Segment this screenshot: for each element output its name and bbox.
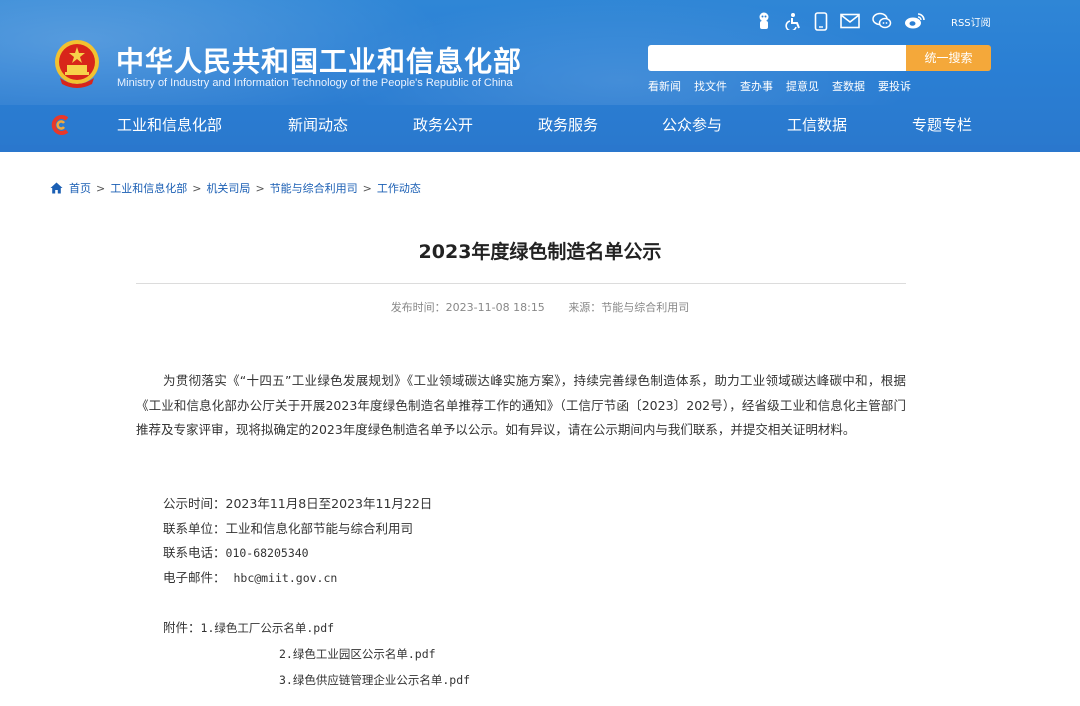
mascot-icon[interactable] <box>756 11 772 31</box>
contact-email-row: 电子邮件： hbc@miit.gov.cn <box>163 566 432 591</box>
site-title[interactable]: 中华人民共和国工业和信息化部 <box>116 40 522 80</box>
nav-item-news[interactable]: 新闻动态 <box>288 114 348 135</box>
article-meta: 发布时间：2023-11-08 18:15 来源：节能与综合利用司 <box>0 299 1080 315</box>
attachment-row: 2.绿色工业园区公示名单.pdf <box>163 641 470 667</box>
notice-period-label: 公示时间： <box>163 496 226 511</box>
site-header: 中华人民共和国工业和信息化部 Ministry of Industry and … <box>0 0 1080 152</box>
attachment-link-green-supply-chain[interactable]: 3.绿色供应链管理企业公示名单.pdf <box>279 673 470 687</box>
header-bottom-band <box>0 145 1080 152</box>
breadcrumb-separator: > <box>362 181 372 195</box>
breadcrumb-miit[interactable]: 工业和信息化部 <box>110 180 187 196</box>
accessibility-icon[interactable] <box>784 12 802 30</box>
quick-link-files[interactable]: 找文件 <box>694 78 727 94</box>
contact-email-label: 电子邮件： <box>163 569 226 585</box>
breadcrumb-separator: > <box>255 181 265 195</box>
nav-item-special-topics[interactable]: 专题专栏 <box>912 114 972 135</box>
contact-phone-value: 010-68205340 <box>225 546 309 560</box>
contact-unit-row: 联系单位：工业和信息化部节能与综合利用司 <box>163 517 432 542</box>
quick-link-news[interactable]: 看新闻 <box>648 78 681 94</box>
nav-item-gov-services[interactable]: 政务服务 <box>538 114 598 135</box>
notice-period-row: 公示时间：2023年11月8日至2023年11月22日 <box>163 492 432 517</box>
breadcrumb: 首页 > 工业和信息化部 > 机关司局 > 节能与综合利用司 > 工作动态 <box>50 180 421 196</box>
nav-item-miit[interactable]: 工业和信息化部 <box>117 114 222 135</box>
weibo-icon[interactable] <box>904 12 926 30</box>
quick-links: 看新闻 找文件 查办事 提意见 查数据 要投诉 <box>648 78 911 94</box>
contact-phone-row: 联系电话：010-68205340 <box>163 541 432 566</box>
title-divider <box>136 283 906 284</box>
miit-logo-icon[interactable] <box>50 114 72 136</box>
publish-time: 发布时间：2023-11-08 18:15 <box>390 301 545 314</box>
home-icon <box>50 182 63 194</box>
quick-link-data[interactable]: 查数据 <box>832 78 865 94</box>
nav-item-gov-info[interactable]: 政务公开 <box>413 114 473 135</box>
nav-item-public-participation[interactable]: 公众参与 <box>662 114 722 135</box>
contact-phone-label: 联系电话： <box>163 545 226 560</box>
main-nav: 工业和信息化部 新闻动态 政务公开 政务服务 公众参与 工信数据 专题专栏 <box>0 105 1080 145</box>
breadcrumb-work-news[interactable]: 工作动态 <box>377 180 421 196</box>
article-title: 2023年度绿色制造名单公示 <box>418 241 662 263</box>
attachment-row: 3.绿色供应链管理企业公示名单.pdf <box>163 667 470 693</box>
notice-period-value: 2023年11月8日至2023年11月22日 <box>225 496 433 511</box>
attachment-row: 附件：1.绿色工厂公示名单.pdf <box>163 615 470 641</box>
contact-unit-label: 联系单位： <box>163 520 226 536</box>
mobile-icon[interactable] <box>814 11 828 31</box>
quick-link-services[interactable]: 查办事 <box>740 78 773 94</box>
mail-icon[interactable] <box>840 13 860 29</box>
wechat-icon[interactable] <box>872 12 892 30</box>
breadcrumb-home[interactable]: 首页 <box>69 180 91 196</box>
national-emblem-icon[interactable] <box>52 38 102 90</box>
contact-email-value: hbc@miit.gov.cn <box>233 570 338 585</box>
attachments-label: 附件： <box>163 620 201 635</box>
breadcrumb-separator: > <box>96 181 106 195</box>
attachment-link-green-parks[interactable]: 2.绿色工业园区公示名单.pdf <box>279 647 436 661</box>
unified-search-button[interactable]: 统一搜索 <box>906 45 991 71</box>
attachment-link-green-factories[interactable]: 1.绿色工厂公示名单.pdf <box>201 621 335 635</box>
attachments: 附件：1.绿色工厂公示名单.pdf 2.绿色工业园区公示名单.pdf 3.绿色供… <box>163 615 470 693</box>
rss-icon[interactable] <box>938 21 939 22</box>
quick-link-complaints[interactable]: 要投诉 <box>878 78 911 94</box>
article-source: 来源：节能与综合利用司 <box>568 301 690 314</box>
breadcrumb-departments[interactable]: 机关司局 <box>206 180 250 196</box>
breadcrumb-separator: > <box>192 181 202 195</box>
site-subtitle: Ministry of Industry and Information Tec… <box>117 77 513 89</box>
quick-link-feedback[interactable]: 提意见 <box>786 78 819 94</box>
nav-item-data[interactable]: 工信数据 <box>787 114 847 135</box>
top-toolbar: RSS订阅 <box>756 9 991 33</box>
notice-info: 公示时间：2023年11月8日至2023年11月22日 联系单位：工业和信息化部… <box>163 492 432 590</box>
breadcrumb-energy-saving-dept[interactable]: 节能与综合利用司 <box>270 180 358 196</box>
article-body: 为贯彻落实《“十四五”工业绿色发展规划》《工业领域碳达峰实施方案》，持续完善绿色… <box>136 373 906 437</box>
contact-unit-value: 工业和信息化部节能与综合利用司 <box>225 520 414 536</box>
rss-subscribe-link[interactable]: RSS订阅 <box>951 14 991 29</box>
search-input[interactable] <box>648 45 906 71</box>
